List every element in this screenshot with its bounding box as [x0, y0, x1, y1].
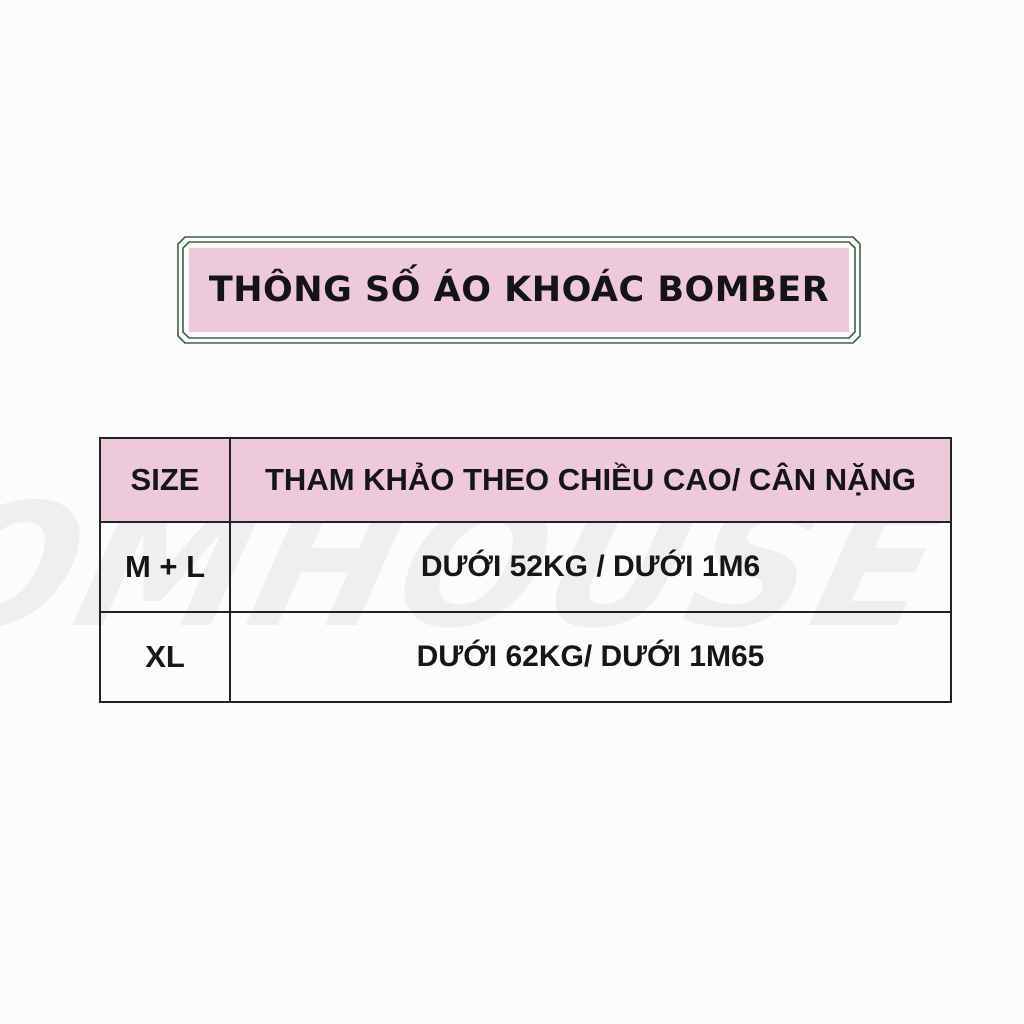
reference-cell: DƯỚI 52KG / DƯỚI 1M6: [229, 521, 952, 613]
table-header-row: SIZE THAM KHẢO THEO CHIỀU CAO/ CÂN NẶNG: [99, 437, 952, 523]
header-size: SIZE: [99, 437, 231, 523]
table-row: M + L DƯỚI 52KG / DƯỚI 1M6: [99, 521, 952, 613]
size-table: SIZE THAM KHẢO THEO CHIỀU CAO/ CÂN NẶNG …: [99, 437, 952, 703]
title-banner: THÔNG SỐ ÁO KHOÁC BOMBER: [177, 236, 861, 344]
table-row: XL DƯỚI 62KG/ DƯỚI 1M65: [99, 611, 952, 703]
header-reference: THAM KHẢO THEO CHIỀU CAO/ CÂN NẶNG: [229, 437, 952, 523]
size-cell: M + L: [99, 521, 231, 613]
reference-cell: DƯỚI 62KG/ DƯỚI 1M65: [229, 611, 952, 703]
size-cell: XL: [99, 611, 231, 703]
page-title: THÔNG SỐ ÁO KHOÁC BOMBER: [208, 270, 830, 310]
